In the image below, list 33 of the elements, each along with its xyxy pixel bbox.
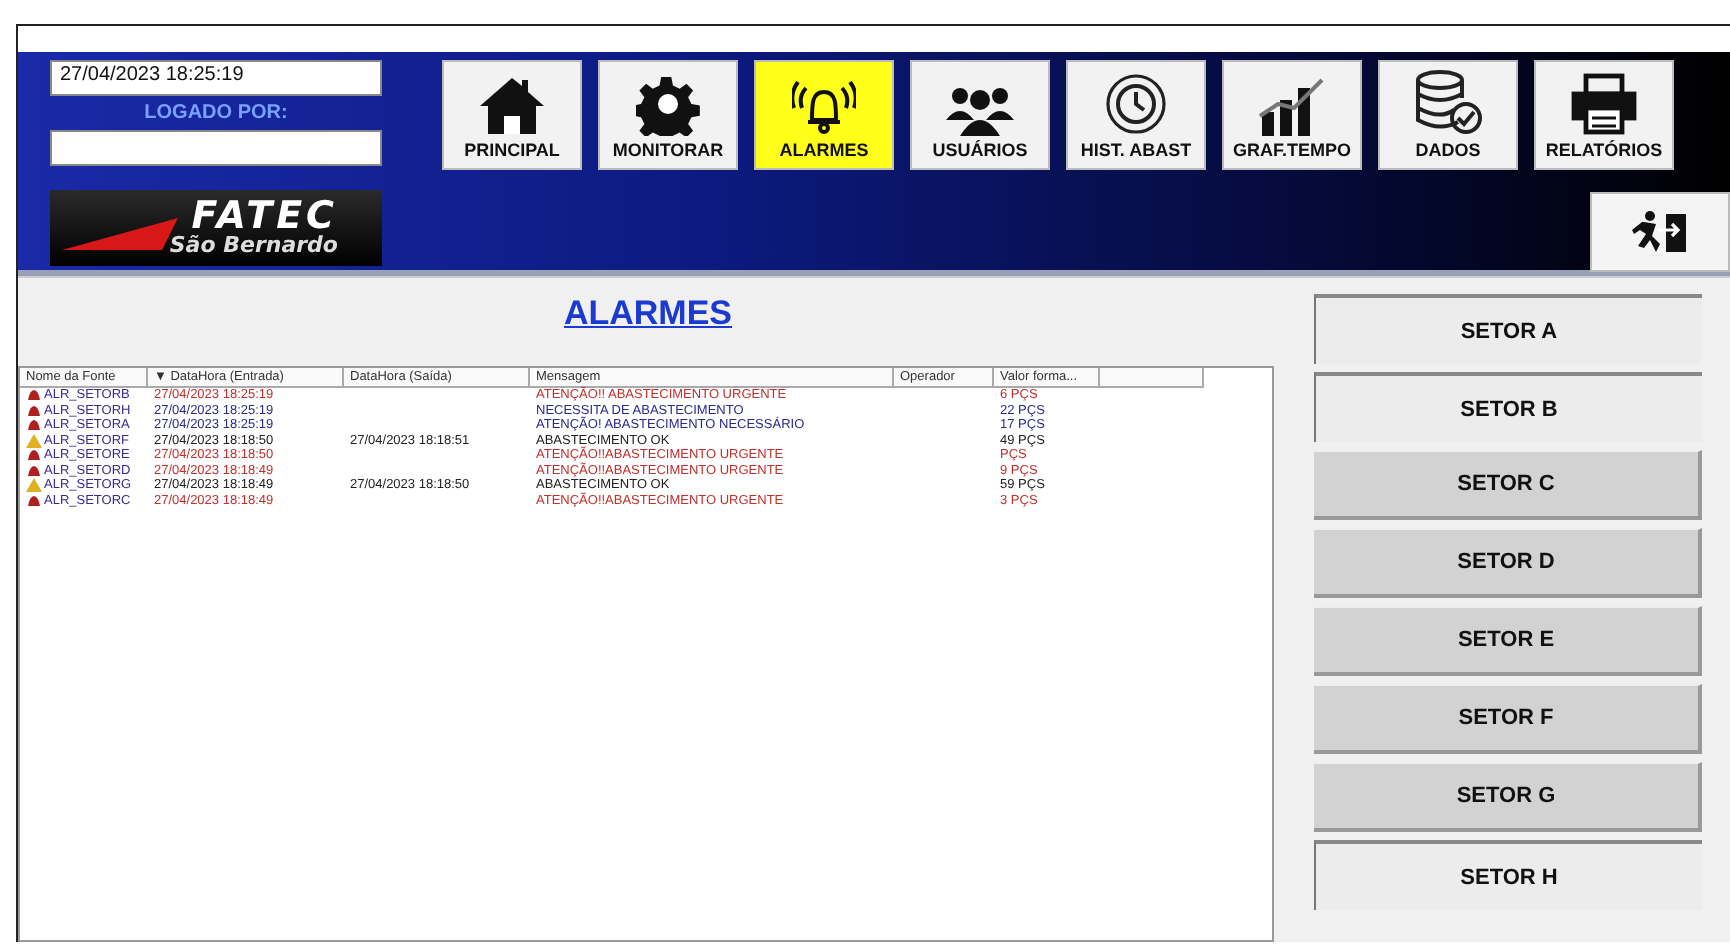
- printer-icon: [1570, 72, 1638, 136]
- sector-button[interactable]: SETOR H: [1314, 840, 1702, 910]
- sector-button[interactable]: SETOR C: [1314, 450, 1702, 520]
- page-title: ALARMES: [563, 294, 733, 336]
- nav-button[interactable]: DADOS: [1378, 60, 1518, 170]
- bell-icon: [792, 76, 856, 136]
- sector-button[interactable]: SETOR A: [1314, 294, 1702, 364]
- user-field[interactable]: [50, 130, 382, 166]
- gear-icon: [636, 72, 700, 136]
- sector-button[interactable]: SETOR F: [1314, 684, 1702, 754]
- sector-button[interactable]: SETOR E: [1314, 606, 1702, 676]
- sector-button[interactable]: SETOR D: [1314, 528, 1702, 598]
- nav-button[interactable]: RELATÓRIOS: [1534, 60, 1674, 170]
- nav-button[interactable]: ALARMES: [754, 60, 894, 170]
- sector-button[interactable]: SETOR B: [1314, 372, 1702, 442]
- nav-button[interactable]: MONITORAR: [598, 60, 738, 170]
- bar-chart-icon: [1258, 76, 1326, 136]
- nav-button[interactable]: PRINCIPAL: [442, 60, 582, 170]
- warning-icon: [26, 433, 42, 448]
- datetime-field: 27/04/2023 18:25:19: [50, 60, 382, 96]
- nav-button[interactable]: USUÁRIOS: [910, 60, 1050, 170]
- nav-button[interactable]: GRAF.TEMPO: [1222, 60, 1362, 170]
- warning-icon: [26, 478, 42, 493]
- logged-by-label: LOGADO POR:: [142, 102, 290, 124]
- exit-button[interactable]: [1590, 192, 1730, 272]
- clock-icon: [1104, 72, 1168, 136]
- sector-button[interactable]: SETOR G: [1314, 762, 1702, 832]
- database-check-icon: [1414, 68, 1482, 136]
- house-icon: [478, 76, 546, 136]
- logo: FATEC São Bernardo: [50, 190, 382, 266]
- running-exit-icon: [1632, 210, 1688, 254]
- people-icon: [946, 84, 1014, 136]
- nav-button[interactable]: HIST. ABAST: [1066, 60, 1206, 170]
